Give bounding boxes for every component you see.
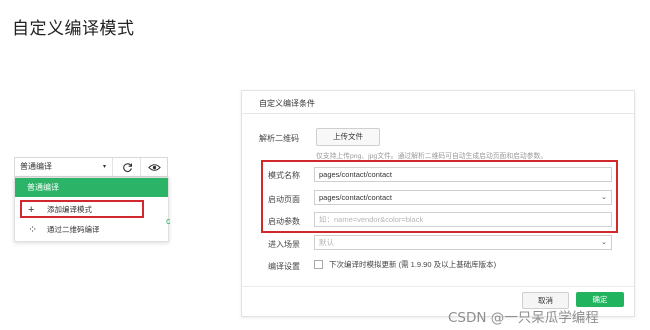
dropdown-item-label: 通过二维码编译	[47, 225, 100, 234]
refresh-icon	[122, 162, 132, 172]
divider	[242, 286, 634, 287]
chevron-down-icon: ⌄	[601, 239, 607, 246]
preview-button[interactable]	[141, 158, 168, 176]
qr-label: 解析二维码	[259, 134, 299, 143]
qrcode-icon: ⁘	[28, 224, 38, 236]
compile-toolbar: 普通编译 ▾	[14, 157, 168, 177]
divider	[242, 113, 634, 114]
scene-value: 默认	[319, 238, 334, 247]
dropdown-shadow-fragment: c	[166, 216, 171, 226]
scene-label: 进入场景	[268, 240, 300, 249]
compile-mode-select[interactable]: 普通编译 ▾	[15, 158, 113, 176]
simulate-update-checkbox[interactable]	[314, 260, 323, 269]
confirm-button[interactable]: 确定	[576, 292, 624, 307]
page-title: 自定义编译模式	[12, 19, 135, 39]
highlight-box	[20, 200, 144, 218]
eye-icon	[148, 163, 161, 171]
dialog-title: 自定义编译条件	[259, 99, 315, 108]
watermark-text: CSDN @一只呆瓜学编程	[448, 310, 599, 326]
compile-mode-value: 普通编译	[20, 162, 52, 171]
dropdown-item-qrcode-compile[interactable]: ⁘ 通过二维码编译	[15, 220, 168, 240]
chevron-down-icon: ▾	[102, 164, 106, 170]
upload-hint: 仅支持上传png、jpg文件。通过解析二维码可自动生成启动页面和启动参数。	[316, 153, 548, 160]
upload-file-button[interactable]: 上传文件	[316, 128, 380, 146]
simulate-update-label: 下次编译时模拟更新 (需 1.9.90 及以上基础库版本)	[329, 260, 497, 269]
highlight-box	[261, 160, 618, 233]
scene-select[interactable]: 默认 ⌄	[314, 235, 612, 250]
dropdown-item-normal-compile[interactable]: 普通编译	[15, 178, 168, 197]
compile-settings-label: 编译设置	[268, 262, 300, 271]
refresh-button[interactable]	[114, 158, 141, 176]
